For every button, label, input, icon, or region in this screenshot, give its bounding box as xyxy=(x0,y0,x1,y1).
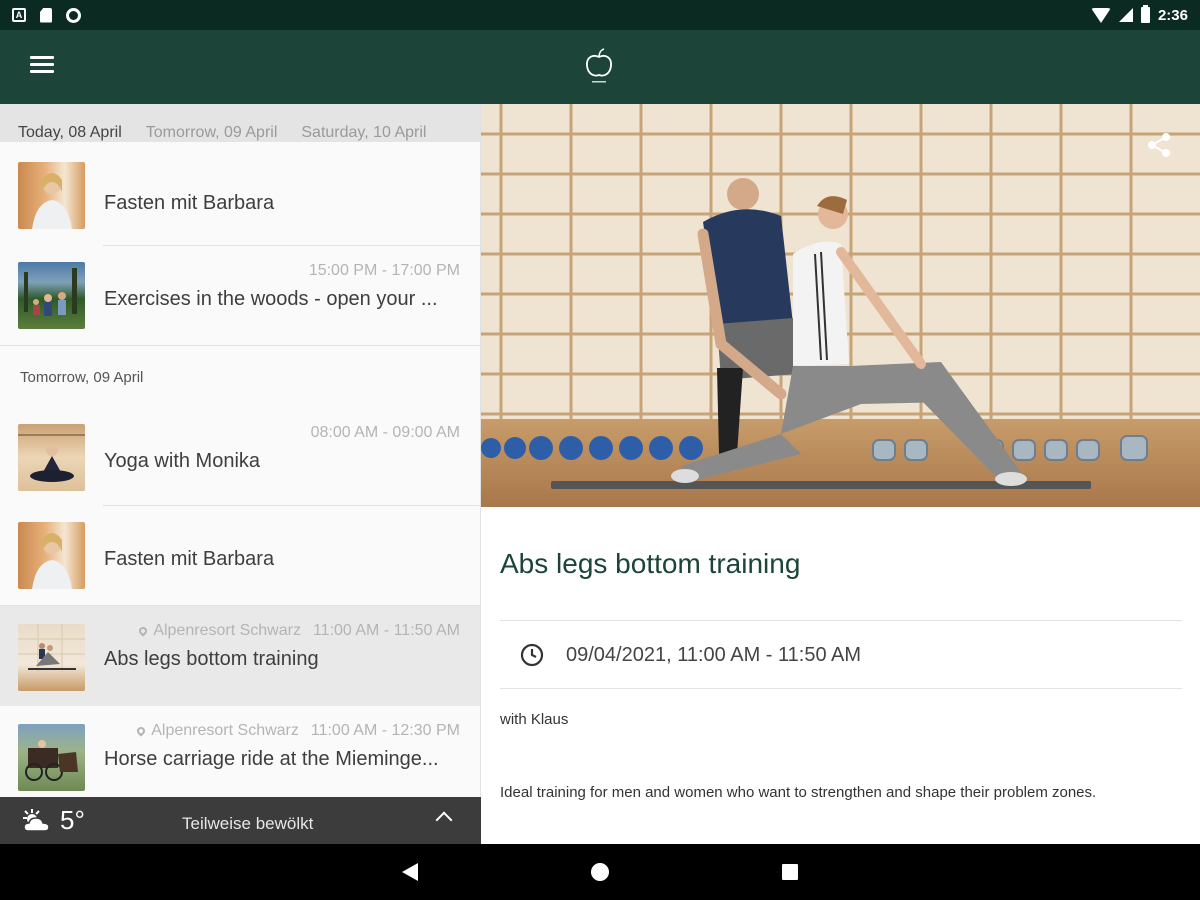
event-detail-title: Abs legs bottom training xyxy=(500,548,801,579)
tab-tomorrow[interactable]: Tomorrow, 09 April xyxy=(146,124,278,142)
event-hero-image xyxy=(481,104,1200,507)
event-datetime-row: 09/04/2021, 11:00 AM - 11:50 AM xyxy=(500,622,1182,688)
status-bar: A 2:36 xyxy=(0,0,1200,30)
event-title: Exercises in the woods - open your ... xyxy=(104,288,438,310)
event-thumbnail xyxy=(18,162,85,229)
event-meta: Alpenresort Schwarz 11:00 AM - 11:50 AM xyxy=(137,622,460,640)
event-time: 15:00 PM - 17:00 PM xyxy=(308,262,460,279)
event-title: Fasten mit Barbara xyxy=(104,548,275,570)
list-item[interactable]: 15:00 PM - 17:00 PM Exercises in the woo… xyxy=(0,246,480,346)
event-thumbnail xyxy=(18,424,85,491)
event-location: Alpenresort Schwarz xyxy=(151,722,299,739)
apple-logo-icon xyxy=(586,48,612,83)
event-datetime: 09/04/2021, 11:00 AM - 11:50 AM xyxy=(566,644,862,666)
event-thumbnail xyxy=(18,624,85,691)
section-header: Tomorrow, 09 April xyxy=(20,368,144,386)
list-item[interactable]: 08:00 AM - 09:00 AM Yoga with Monika xyxy=(0,408,480,506)
event-time: 11:00 AM - 11:50 AM xyxy=(312,622,460,639)
location-pin-icon xyxy=(135,725,147,737)
event-meta: Alpenresort Schwarz 11:00 AM - 12:30 PM xyxy=(135,722,460,740)
home-icon[interactable] xyxy=(591,863,609,881)
list-item[interactable]: Fasten mit Barbara xyxy=(0,142,480,246)
event-thumbnail xyxy=(18,724,85,791)
list-item[interactable]: Alpenresort Schwarz 11:00 AM - 12:30 PM … xyxy=(0,706,480,806)
back-icon[interactable] xyxy=(402,863,418,881)
app-notification-icon: A xyxy=(12,8,26,22)
event-description: Ideal training for men and women who wan… xyxy=(500,784,1097,801)
event-meta: 08:00 AM - 09:00 AM xyxy=(311,424,460,442)
event-time: 11:00 AM - 12:30 PM xyxy=(310,722,460,739)
divider xyxy=(500,620,1182,621)
menu-icon[interactable] xyxy=(30,56,54,76)
system-nav-bar xyxy=(0,844,1200,900)
event-title: Yoga with Monika xyxy=(104,450,261,472)
event-title: Fasten mit Barbara xyxy=(104,192,275,214)
wifi-icon xyxy=(1090,7,1111,23)
partly-cloudy-icon xyxy=(23,809,50,832)
battery-icon xyxy=(1140,5,1150,23)
event-thumbnail xyxy=(18,522,85,589)
event-list: Fasten mit Barbara 15:00 PM - 17:00 PM E… xyxy=(0,142,480,806)
clock-time: 2:36 xyxy=(1157,6,1188,24)
event-meta: 15:00 PM - 17:00 PM xyxy=(309,262,460,280)
share-icon[interactable] xyxy=(1146,132,1172,158)
tab-saturday[interactable]: Saturday, 10 April xyxy=(301,124,426,142)
event-thumbnail xyxy=(18,262,85,329)
clock-icon xyxy=(520,643,544,667)
event-time: 08:00 AM - 09:00 AM xyxy=(310,424,460,441)
recent-apps-icon[interactable] xyxy=(782,864,798,880)
location-pin-icon xyxy=(137,625,149,637)
list-item[interactable]: Fasten mit Barbara xyxy=(0,506,480,606)
sd-card-icon xyxy=(40,7,52,23)
event-list-panel: Today, 08 April Tomorrow, 09 April Satur… xyxy=(0,104,481,844)
event-title: Horse carriage ride at the Mieminge... xyxy=(104,748,439,770)
tab-today[interactable]: Today, 08 April xyxy=(18,124,122,142)
event-title: Abs legs bottom training xyxy=(104,648,319,670)
weather-bar[interactable]: 5° Teilweise bewölkt xyxy=(0,797,481,844)
list-item-selected[interactable]: Alpenresort Schwarz 11:00 AM - 11:50 AM … xyxy=(0,606,480,706)
cellular-icon xyxy=(1118,8,1133,22)
app-bar xyxy=(0,30,1200,104)
event-trainer: with Klaus xyxy=(500,711,569,728)
weather-condition: Teilweise bewölkt xyxy=(182,814,314,833)
event-location: Alpenresort Schwarz xyxy=(153,622,301,639)
sync-icon xyxy=(66,7,81,23)
weather-temperature: 5° xyxy=(60,805,85,835)
divider xyxy=(500,688,1182,689)
